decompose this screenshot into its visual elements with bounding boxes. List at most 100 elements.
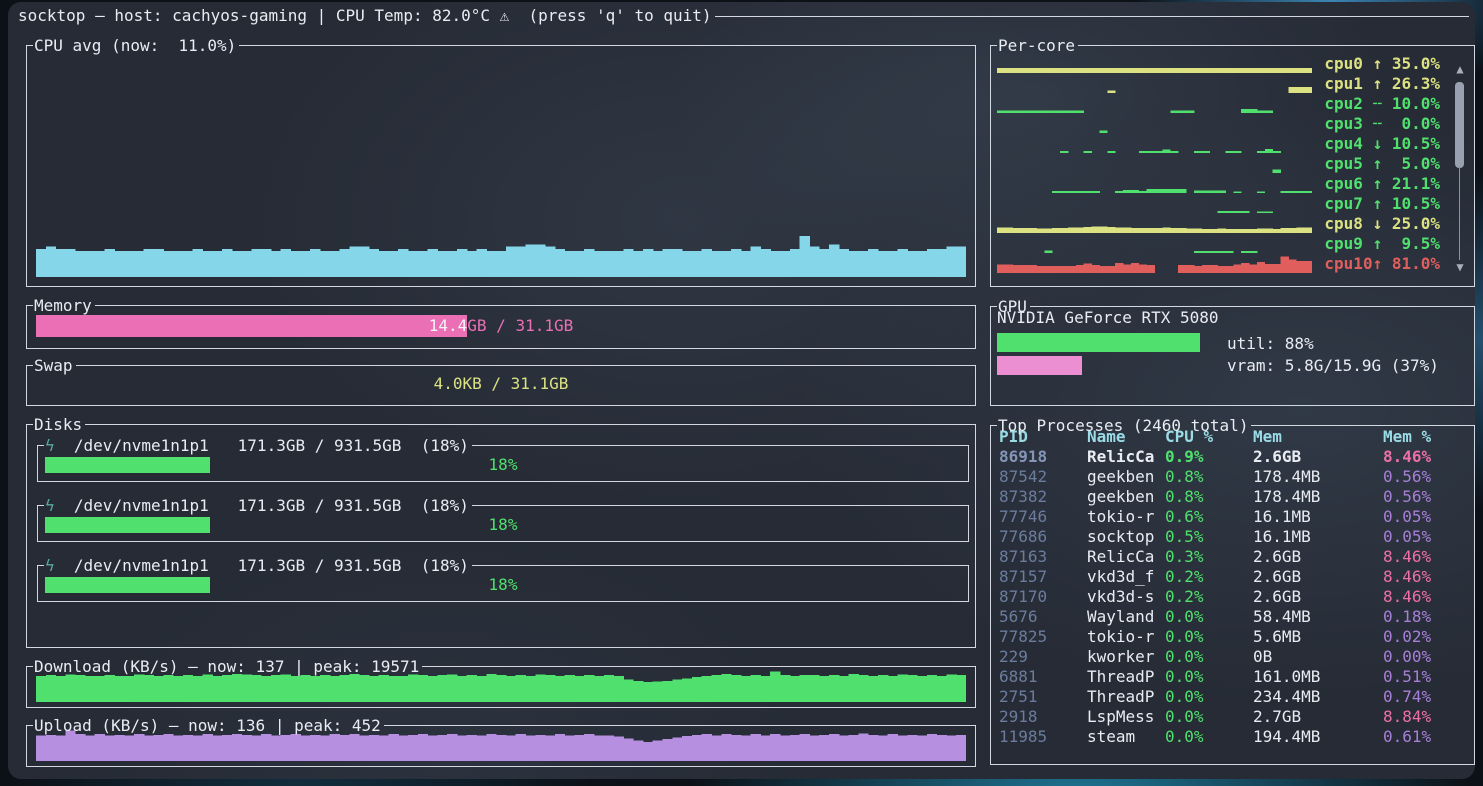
core-row: cpu2 ╌ 10.0%: [997, 94, 1440, 114]
cell-mem: 234.4MB: [1253, 687, 1320, 707]
download-title: Download (KB/s) — now: 137 | peak: 19571: [33, 657, 422, 675]
core-row: cpu6 ↑ 21.1%: [997, 174, 1440, 194]
cell-cpu: 0.8%: [1165, 487, 1204, 507]
titlebar: socktop — host: cachyos-gaming | CPU Tem…: [18, 6, 1469, 26]
cell-name: tokio-r: [1087, 627, 1154, 647]
process-row: 87170vkd3d-s0.2%2.6GB8.46%: [999, 587, 1472, 607]
cell-pid: 229: [999, 647, 1028, 667]
cell-mem: 16.1MB: [1253, 527, 1311, 547]
scrollbar-thumb[interactable]: [1455, 82, 1464, 168]
process-row: 87163RelicCa0.3%2.6GB8.46%: [999, 547, 1472, 567]
cell-name: kworker: [1087, 647, 1154, 667]
cell-cpu: 0.5%: [1165, 527, 1204, 547]
cell-cpu: 0.0%: [1165, 627, 1204, 647]
core-sparkline: [997, 234, 1322, 254]
cell-memp: 0.02%: [1383, 627, 1431, 647]
cell-cpu: 0.3%: [1165, 547, 1204, 567]
cell-mem: 0B: [1253, 647, 1272, 667]
cell-pid: 6881: [999, 667, 1038, 687]
cell-cpu: 0.2%: [1165, 567, 1204, 587]
cell-memp: 8.46%: [1383, 447, 1431, 467]
cell-name: socktop: [1087, 527, 1154, 547]
core-label: cpu1 ↑ 26.3%: [1322, 74, 1440, 94]
app-title: socktop — host: cachyos-gaming | CPU Tem…: [18, 6, 712, 26]
core-sparkline: [997, 114, 1322, 134]
cell-memp: 0.05%: [1383, 507, 1431, 527]
cell-name: ThreadP: [1087, 667, 1154, 687]
disks-panel: Disks ϟ /dev/nvme1n1p1 171.3GB / 931.5GB…: [26, 415, 976, 648]
cell-memp: 0.56%: [1383, 467, 1431, 487]
memory-panel: Memory 14.4GB / 31.1GB 14.4GB / 31.1GB: [26, 296, 976, 349]
per-core-title: Per-core: [997, 36, 1078, 54]
gpu-panel: GPU NVIDIA GeForce RTX 5080 util: 88% vr…: [990, 297, 1475, 406]
cell-pid: 87163: [999, 547, 1047, 567]
gpu-title: GPU: [997, 297, 1030, 315]
cell-mem: 178.4MB: [1253, 467, 1320, 487]
cell-cpu: 0.0%: [1165, 727, 1204, 747]
disk-title-text: /dev/nvme1n1p1 171.3GB / 931.5GB (18%): [55, 436, 469, 455]
terminal-window: socktop — host: cachyos-gaming | CPU Tem…: [8, 2, 1475, 779]
cell-name: Wayland: [1087, 607, 1154, 627]
cell-cpu: 0.6%: [1165, 507, 1204, 527]
core-sparkline: [997, 174, 1322, 194]
core-row: cpu5 ↑ 5.0%: [997, 154, 1440, 174]
core-row: cpu10↑ 81.0%: [997, 254, 1440, 274]
core-row: cpu4 ↓ 10.5%: [997, 134, 1440, 154]
core-sparkline: [997, 54, 1322, 74]
scroll-up-icon[interactable]: ▲: [1453, 62, 1467, 76]
scrollbar-track[interactable]: [1459, 166, 1460, 260]
cell-memp: 8.84%: [1383, 707, 1431, 727]
swap-title: Swap: [33, 356, 76, 374]
process-row: 229kworker0.0%0B0.00%: [999, 647, 1472, 667]
cell-memp: 0.05%: [1383, 527, 1431, 547]
cell-memp: 0.51%: [1383, 667, 1431, 687]
cell-pid: 77825: [999, 627, 1047, 647]
lightning-bolt-icon: ϟ: [45, 496, 55, 515]
disk-item: ϟ /dev/nvme1n1p1 171.3GB / 931.5GB (18%)…: [37, 436, 969, 482]
cell-name: tokio-r: [1087, 507, 1154, 527]
cell-pid: 2751: [999, 687, 1038, 707]
disk-percent-label: 18%: [37, 577, 969, 593]
disk-title-text: /dev/nvme1n1p1 171.3GB / 931.5GB (18%): [55, 556, 469, 575]
cell-pid: 77686: [999, 527, 1047, 547]
core-label: cpu2 ╌ 10.0%: [1322, 94, 1440, 114]
cell-name: RelicCa: [1087, 447, 1154, 467]
gpu-util-bar: [997, 333, 1200, 352]
swap-usage-label: 4.0KB / 31.1GB: [36, 373, 966, 395]
process-row: 77825 tokio-r 0.0% 5.6MB 0.02%: [999, 627, 1472, 647]
core-label: cpu0 ↑ 35.0%: [1322, 54, 1440, 74]
cell-pid: 77746: [999, 507, 1047, 527]
core-row: cpu7 ↑ 10.5%: [997, 194, 1440, 214]
cell-memp: 0.74%: [1383, 687, 1431, 707]
core-sparkline: [997, 194, 1322, 214]
process-row: 86918RelicCa0.9%2.6GB8.46%: [999, 447, 1472, 467]
percore-scrollbar[interactable]: ▲ ▼: [1453, 62, 1467, 276]
core-row: cpu0 ↑ 35.0%: [997, 54, 1440, 74]
process-row: 6881ThreadP0.0%161.0MB0.51%: [999, 667, 1472, 687]
gpu-util-label: util: 88%: [1227, 334, 1314, 354]
process-row: 2751ThreadP0.0%234.4MB0.74%: [999, 687, 1472, 707]
cell-mem: 2.6GB: [1253, 567, 1301, 587]
cell-memp: 8.46%: [1383, 587, 1431, 607]
gpu-vram-label: vram: 5.8G/15.9G (37%): [1227, 356, 1439, 376]
cell-mem: 2.7GB: [1253, 707, 1301, 727]
cell-name: RelicCa: [1087, 547, 1154, 567]
cell-mem: 5.6MB: [1253, 627, 1301, 647]
core-label: cpu10↑ 81.0%: [1322, 254, 1440, 274]
process-row: 87157vkd3d_f0.2%2.6GB8.46%: [999, 567, 1472, 587]
core-label: cpu6 ↑ 21.1%: [1322, 174, 1440, 194]
process-row: 5676Wayland0.0%58.4MB0.18%: [999, 607, 1472, 627]
cell-mem: 2.6GB: [1253, 547, 1301, 567]
memory-title: Memory: [33, 296, 95, 314]
scroll-down-icon[interactable]: ▼: [1453, 260, 1467, 274]
core-sparkline: [997, 134, 1322, 154]
core-label: cpu5 ↑ 5.0%: [1322, 154, 1440, 174]
cell-mem: 58.4MB: [1253, 607, 1311, 627]
cell-mem: 2.6GB: [1253, 447, 1301, 467]
core-label: cpu3 ╌ 0.0%: [1322, 114, 1440, 134]
cell-memp: 0.56%: [1383, 487, 1431, 507]
cell-mem: 194.4MB: [1253, 727, 1320, 747]
cell-mem: 161.0MB: [1253, 667, 1320, 687]
cell-pid: 11985: [999, 727, 1047, 747]
upload-title: Upload (KB/s) — now: 136 | peak: 452: [33, 716, 384, 734]
